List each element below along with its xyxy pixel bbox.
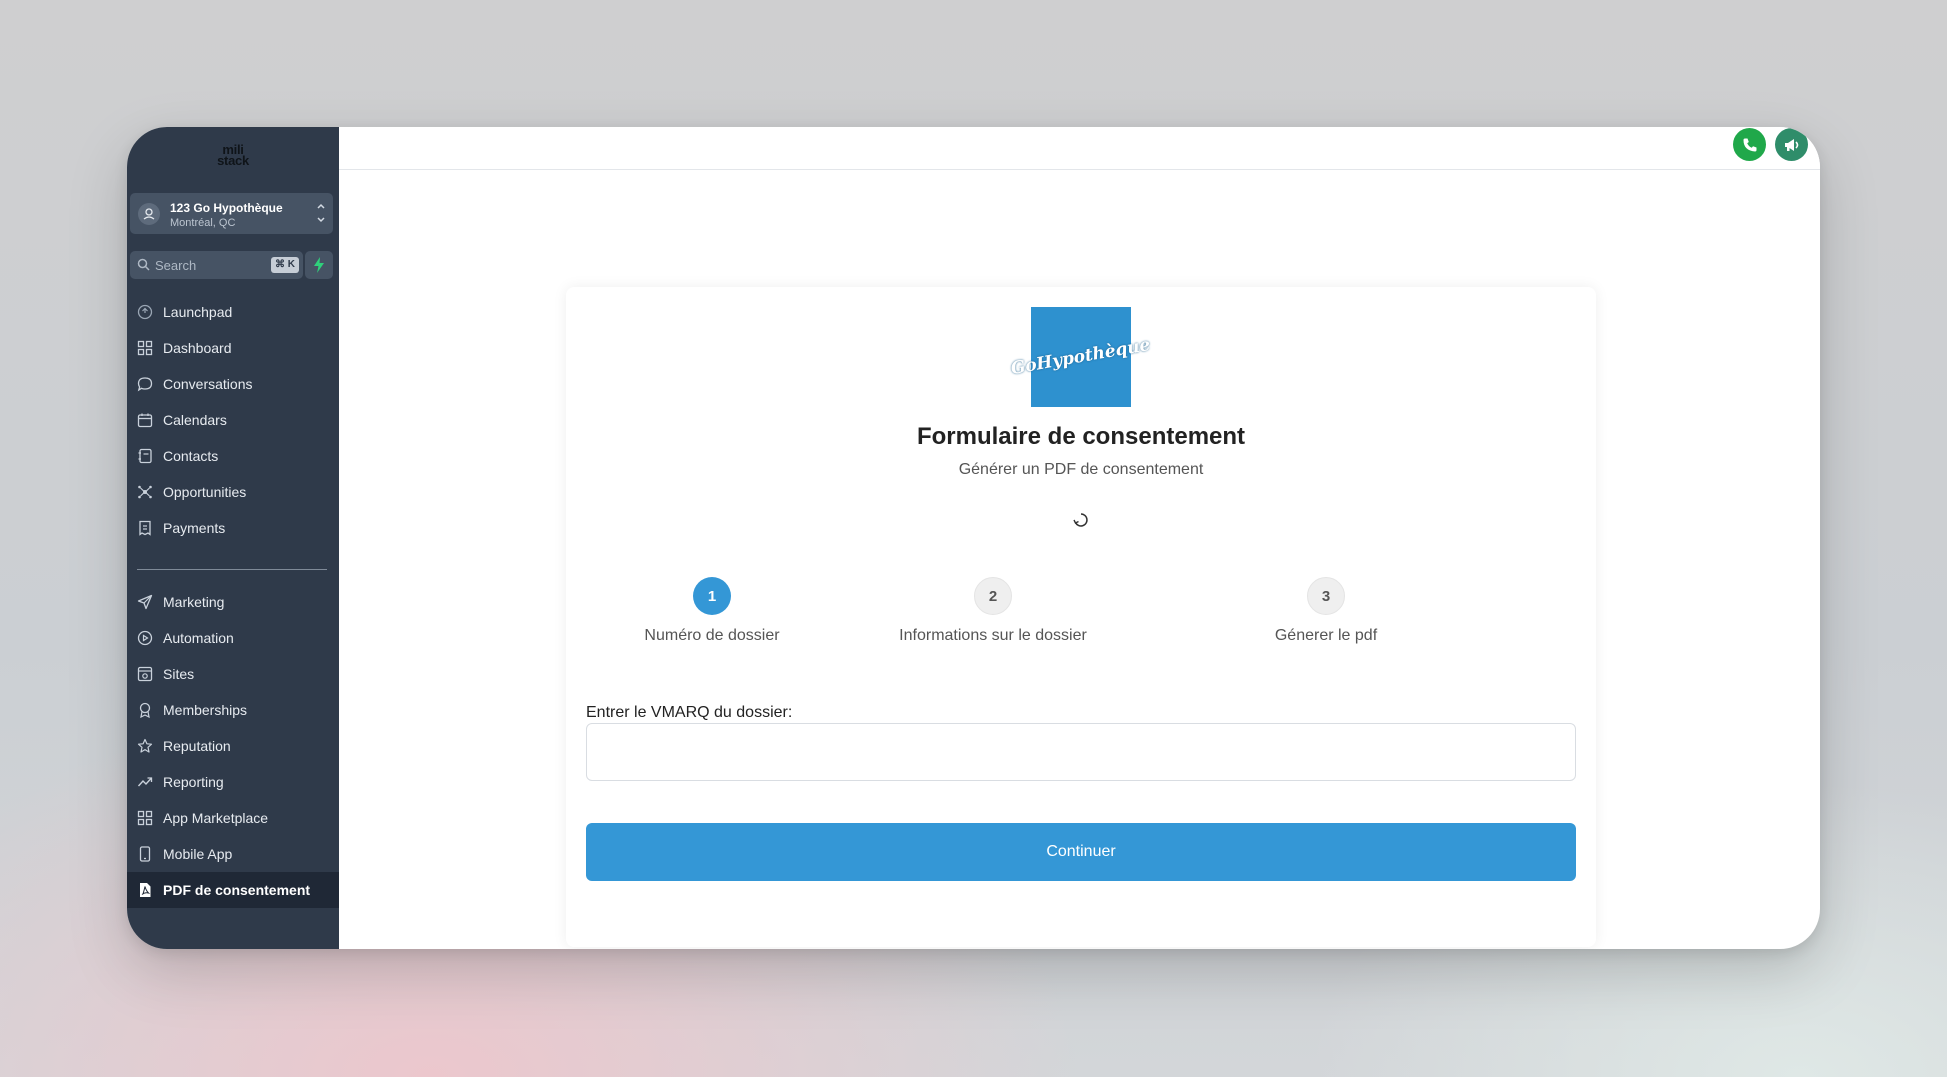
- sidebar-item-label: Sites: [163, 666, 195, 682]
- sidebar-item-label: Calendars: [163, 412, 227, 428]
- sidebar-item-label: Reputation: [163, 738, 231, 754]
- app-window: mili stack 123 Go Hypothèque Montréal, Q…: [127, 127, 1820, 949]
- automation-icon: [137, 630, 153, 646]
- search-shortcut: ⌘ K: [271, 257, 299, 273]
- step-1-number: 1: [693, 577, 731, 615]
- form-subtitle: Générer un PDF de consentement: [958, 461, 1204, 478]
- sidebar-item-label: Dashboard: [163, 340, 232, 356]
- sidebar-item-reputation[interactable]: Reputation: [127, 728, 339, 764]
- sidebar-item-label: Payments: [163, 520, 226, 536]
- continue-button[interactable]: Continuer: [586, 823, 1576, 881]
- nav-secondary: Marketing Automation Sites Memberships Reput…: [127, 584, 339, 908]
- sidebar-item-label: Reporting: [163, 774, 224, 790]
- sidebar-item-label: Conversations: [163, 376, 253, 392]
- step-3-number: 3: [1307, 577, 1345, 615]
- sidebar-item-calendars[interactable]: Calendars: [127, 402, 339, 438]
- sidebar-item-memberships[interactable]: Memberships: [127, 692, 339, 728]
- step-2: 2 Informations sur le dossier: [868, 577, 1118, 645]
- sidebar: mili stack 123 Go Hypothèque Montréal, Q…: [127, 127, 339, 949]
- send-icon: [137, 594, 153, 610]
- sidebar-item-sites[interactable]: Sites: [127, 656, 339, 692]
- sidebar-item-marketing[interactable]: Marketing: [127, 584, 339, 620]
- vmarq-input[interactable]: [586, 723, 1576, 781]
- contacts-icon: [137, 448, 153, 464]
- sidebar-item-pdf-de-consentement[interactable]: PDF de consentement: [127, 872, 339, 908]
- phone-icon: [1743, 138, 1756, 151]
- brand-logo-text: GoHypothèque: [1009, 334, 1153, 380]
- trend-icon: [137, 774, 153, 790]
- launchpad-icon: [137, 304, 153, 320]
- sidebar-item-label: Contacts: [163, 448, 219, 464]
- nav-primary: Launchpad Dashboard Conversations Calendars…: [127, 294, 339, 546]
- sidebar-item-label: Opportunities: [163, 484, 247, 500]
- announcements-button[interactable]: [1775, 128, 1808, 161]
- calendar-icon: [137, 412, 153, 428]
- step-1: 1 Numéro de dossier: [587, 577, 837, 645]
- sidebar-item-label: Launchpad: [163, 304, 233, 320]
- loading-spinner-icon: [1073, 512, 1089, 533]
- receipt-icon: [137, 520, 153, 536]
- sidebar-item-label: Memberships: [163, 702, 248, 718]
- sidebar-item-payments[interactable]: Payments: [127, 510, 339, 546]
- sidebar-item-label: PDF de consentement: [163, 882, 311, 898]
- sidebar-item-dashboard[interactable]: Dashboard: [127, 330, 339, 366]
- star-icon: [137, 738, 153, 754]
- sidebar-item-launchpad[interactable]: Launchpad: [127, 294, 339, 330]
- sidebar-item-label: Mobile App: [163, 846, 233, 862]
- step-2-label: Informations sur le dossier: [899, 627, 1087, 644]
- network-icon: [137, 484, 153, 500]
- search-icon: [137, 258, 150, 276]
- sidebar-item-label: Automation: [163, 630, 234, 646]
- search-box[interactable]: Search ⌘ K: [130, 251, 303, 279]
- step-2-number: 2: [974, 577, 1012, 615]
- nav-divider: [137, 569, 327, 570]
- chevron-updown-icon: [315, 199, 327, 227]
- grid-icon: [137, 340, 153, 356]
- step-3: 3 Génerer le pdf: [1201, 577, 1451, 645]
- sidebar-item-opportunities[interactable]: Opportunities: [127, 474, 339, 510]
- grid-icon: [137, 810, 153, 826]
- logo-line-2: stack: [217, 153, 249, 168]
- megaphone-icon: [1784, 138, 1798, 151]
- sidebar-item-contacts[interactable]: Contacts: [127, 438, 339, 474]
- top-bar: ?: [339, 127, 1820, 170]
- chat-icon: [137, 376, 153, 392]
- award-icon: [137, 702, 153, 718]
- phone-button[interactable]: [1733, 128, 1766, 161]
- account-location: Montréal, QC: [170, 217, 236, 229]
- search-label: Search: [155, 258, 197, 273]
- sidebar-item-app-marketplace[interactable]: App Marketplace: [127, 800, 339, 836]
- app-logo[interactable]: mili stack: [127, 143, 339, 168]
- sidebar-item-automation[interactable]: Automation: [127, 620, 339, 656]
- mobile-icon: [137, 846, 153, 862]
- consent-form-card: GoHypothèque Formulaire de consentement …: [566, 287, 1596, 947]
- pdf-icon: [137, 882, 153, 898]
- sidebar-item-conversations[interactable]: Conversations: [127, 366, 339, 402]
- location-icon: [138, 203, 160, 225]
- form-title: Formulaire de consentement: [916, 423, 1246, 450]
- quick-action-button[interactable]: [305, 251, 333, 279]
- sidebar-item-mobile-app[interactable]: Mobile App: [127, 836, 339, 872]
- sites-icon: [137, 666, 153, 682]
- sidebar-item-reporting[interactable]: Reporting: [127, 764, 339, 800]
- account-name: 123 Go Hypothèque: [170, 201, 283, 215]
- notifications-button[interactable]: [1817, 128, 1820, 161]
- step-1-label: Numéro de dossier: [644, 627, 780, 644]
- step-3-label: Génerer le pdf: [1274, 627, 1378, 644]
- vmarq-label: Entrer le VMARQ du dossier:: [586, 704, 793, 721]
- sidebar-item-label: Marketing: [163, 594, 225, 610]
- lightning-icon: [314, 257, 324, 273]
- sidebar-item-label: App Marketplace: [163, 810, 269, 826]
- account-switcher[interactable]: 123 Go Hypothèque Montréal, QC: [130, 193, 333, 234]
- brand-logo: GoHypothèque: [1010, 307, 1152, 407]
